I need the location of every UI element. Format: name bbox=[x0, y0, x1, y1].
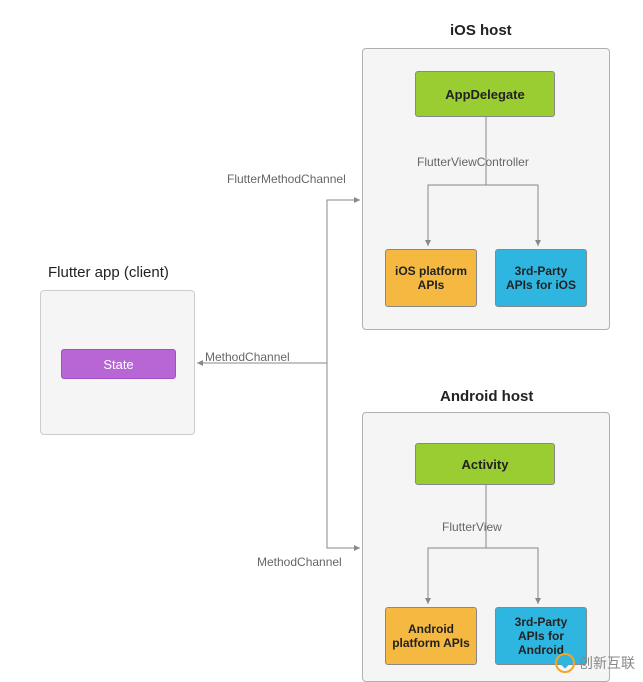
activity-node: Activity bbox=[415, 443, 555, 485]
ios-host-title: iOS host bbox=[450, 22, 512, 39]
client-title: Flutter app (client) bbox=[48, 264, 169, 281]
android-platform-apis-node: Android platform APIs bbox=[385, 607, 477, 665]
ios-host-box: AppDelegate iOS platform APIs 3rd-Party … bbox=[362, 48, 610, 330]
flutter-view-controller-label: FlutterViewController bbox=[415, 155, 531, 169]
watermark-text: 创新互联 bbox=[579, 653, 635, 673]
watermark-logo-icon bbox=[555, 653, 575, 673]
flutter-methodchannel-label: FlutterMethodChannel bbox=[225, 172, 348, 186]
android-host-title: Android host bbox=[440, 388, 533, 405]
android-host-box: Activity Android platform APIs 3rd-Party… bbox=[362, 412, 610, 682]
watermark: 创新互联 bbox=[555, 653, 635, 673]
methodchannel-label-android: MethodChannel bbox=[255, 555, 344, 569]
client-box: State bbox=[40, 290, 195, 435]
ios-platform-apis-node: iOS platform APIs bbox=[385, 249, 477, 307]
flutter-view-label: FlutterView bbox=[440, 520, 504, 534]
appdelegate-node: AppDelegate bbox=[415, 71, 555, 117]
ios-3rdparty-apis-node: 3rd-Party APIs for iOS bbox=[495, 249, 587, 307]
state-node: State bbox=[61, 349, 176, 379]
methodchannel-label-shared: MethodChannel bbox=[203, 350, 292, 364]
